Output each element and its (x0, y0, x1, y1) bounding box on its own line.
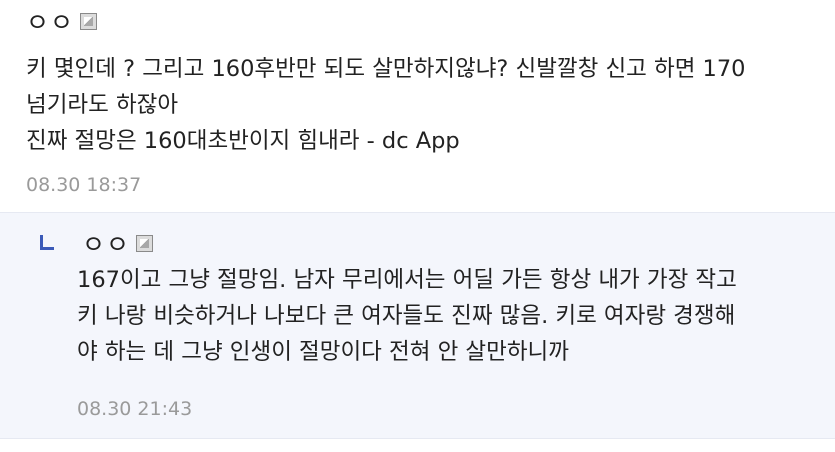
reply-text-line: 키 나랑 비슷하거나 나보다 큰 여자들도 진짜 많음. 키로 여자랑 경쟁해 (77, 303, 736, 329)
gallog-icon[interactable] (136, 234, 154, 252)
reply-text: 167이고 그냥 절망임. 남자 무리에서는 어딜 가든 항상 내가 가장 작고… (77, 262, 737, 370)
reply-content: ㅇㅇ 167이고 그냥 절망임. 남자 무리에서는 어딜 가든 항상 내가 가장… (0, 0, 835, 452)
reply-text-line: 167이고 그냥 절망임. 남자 무리에서는 어딜 가든 항상 내가 가장 작고 (77, 267, 737, 293)
reply-text-line: 야 하는 데 그냥 인생이 절망이다 전혀 안 살만하니까 (77, 339, 569, 365)
reply-timestamp: 08.30 21:43 (77, 398, 193, 420)
reply-arrow-icon (40, 234, 54, 250)
reply-nickname[interactable]: ㅇㅇ (82, 225, 130, 261)
reply-author: ㅇㅇ (40, 225, 154, 261)
